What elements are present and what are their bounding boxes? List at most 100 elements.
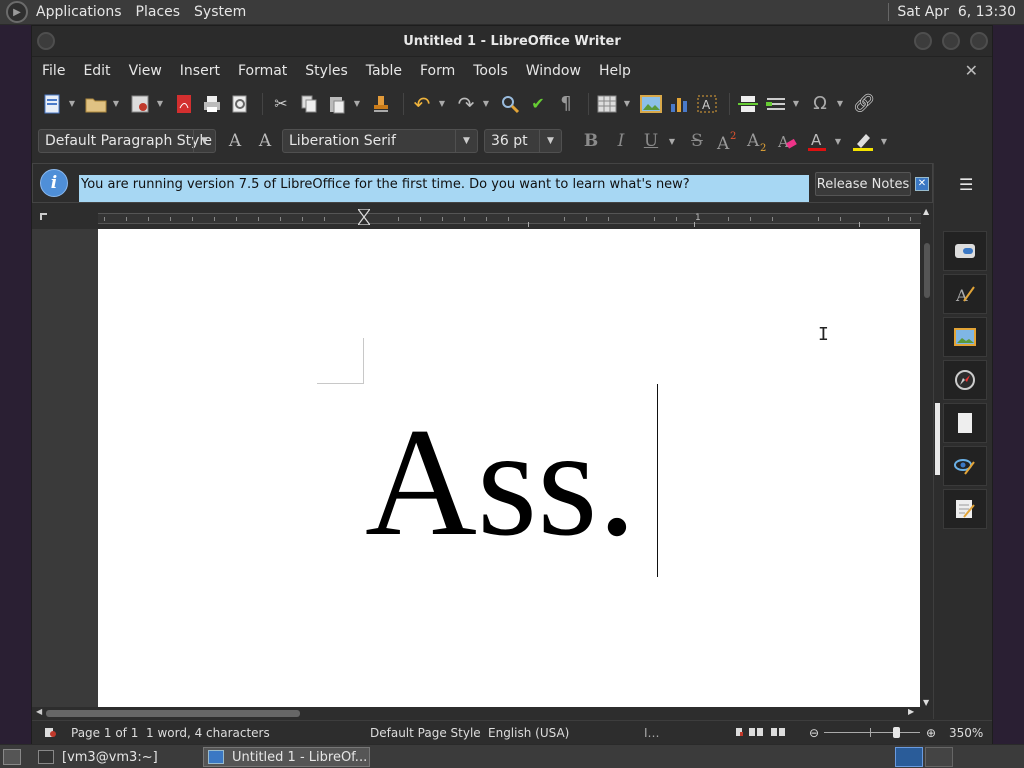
formatting-marks-icon[interactable]: ¶ — [554, 92, 578, 116]
system-menu[interactable]: System — [194, 4, 246, 20]
paragraph-style-combo[interactable]: Default Paragraph Style ▼ — [38, 129, 216, 153]
menu-table[interactable]: Table — [357, 63, 411, 79]
paste-icon[interactable] — [325, 92, 349, 116]
applications-menu[interactable]: Applications — [36, 4, 122, 20]
zoom-slider-track[interactable] — [824, 732, 920, 733]
special-character-dropdown-icon[interactable]: ▼ — [836, 92, 844, 116]
menu-edit[interactable]: Edit — [74, 63, 119, 79]
open-dropdown-icon[interactable]: ▼ — [112, 92, 120, 116]
word-count-status[interactable]: 1 word, 4 characters — [146, 726, 270, 740]
undo-dropdown-icon[interactable]: ▼ — [438, 92, 446, 116]
paste-dropdown-icon[interactable]: ▼ — [353, 92, 361, 116]
vertical-scrollbar[interactable]: ▲ ▼ — [921, 205, 933, 707]
insert-textbox-icon[interactable]: A — [695, 92, 719, 116]
view-layout-icon[interactable] — [735, 726, 787, 741]
page-number-status[interactable]: Page 1 of 1 — [71, 726, 138, 740]
font-name-combo[interactable]: Liberation Serif ▼ — [282, 129, 478, 153]
highlight-dropdown-icon[interactable]: ▼ — [880, 129, 888, 153]
gnome-foot-icon[interactable]: ▶ — [6, 1, 28, 23]
menu-help[interactable]: Help — [590, 63, 640, 79]
menu-view[interactable]: View — [120, 63, 171, 79]
close-infobar-icon[interactable]: ✕ — [915, 177, 929, 191]
undo-icon[interactable]: ↶ — [410, 92, 434, 116]
chevron-down-icon[interactable]: ▼ — [455, 130, 477, 152]
properties-icon[interactable] — [943, 231, 987, 271]
close-window-button[interactable] — [970, 32, 988, 50]
insert-page-break-icon[interactable] — [736, 92, 760, 116]
insert-mode-icon[interactable]: I… — [644, 726, 660, 740]
font-size-combo[interactable]: 36 pt ▼ — [484, 129, 562, 153]
workspace-1[interactable] — [895, 747, 923, 767]
task-terminal[interactable]: [vm3@vm3:~] — [34, 747, 198, 767]
insert-special-character-icon[interactable]: Ω — [808, 92, 832, 116]
zoom-level[interactable]: 350% — [949, 726, 983, 740]
menu-file[interactable]: File — [32, 63, 74, 79]
menu-format[interactable]: Format — [229, 63, 296, 79]
scroll-right-icon[interactable]: ▶ — [908, 707, 914, 716]
minimize-button[interactable] — [914, 32, 932, 50]
new-style-icon[interactable]: A — [252, 128, 278, 154]
clock[interactable]: Sat Apr 6, 13:30 — [897, 4, 1016, 20]
print-icon[interactable] — [200, 92, 224, 116]
chevron-down-icon[interactable]: ▼ — [539, 130, 561, 152]
style-inspector-icon[interactable] — [943, 446, 987, 486]
sidebar-splitter[interactable] — [933, 163, 941, 719]
zoom-in-icon[interactable]: ⊕ — [926, 726, 936, 740]
document-modified-icon[interactable] — [44, 726, 58, 741]
horizontal-scrollbar[interactable]: ◀ ▶ — [32, 707, 920, 719]
new-document-icon[interactable] — [40, 92, 64, 116]
page-icon[interactable] — [943, 403, 987, 443]
redo-dropdown-icon[interactable]: ▼ — [482, 92, 490, 116]
bold-icon[interactable]: B — [578, 128, 604, 154]
save-dropdown-icon[interactable]: ▼ — [156, 92, 164, 116]
redo-icon[interactable]: ↷ — [454, 92, 478, 116]
task-writer[interactable]: Untitled 1 - LibreOf... — [203, 747, 370, 767]
font-color-icon[interactable]: A — [804, 128, 830, 154]
update-style-icon[interactable]: A — [222, 128, 248, 154]
field-dropdown-icon[interactable]: ▼ — [792, 92, 800, 116]
horizontal-ruler[interactable]: 1 — [32, 205, 933, 229]
menu-window[interactable]: Window — [517, 63, 590, 79]
superscript-icon[interactable]: A2 — [714, 128, 740, 154]
chevron-down-icon[interactable]: ▼ — [193, 130, 215, 152]
clone-formatting-icon[interactable] — [369, 92, 393, 116]
scroll-down-icon[interactable]: ▼ — [923, 698, 929, 707]
close-document-icon[interactable]: ✕ — [965, 61, 978, 80]
page-style-status[interactable]: Default Page Style — [370, 726, 481, 740]
release-notes-button[interactable]: Release Notes — [815, 172, 911, 196]
places-menu[interactable]: Places — [136, 4, 181, 20]
italic-icon[interactable]: I — [608, 128, 634, 154]
new-dropdown-icon[interactable]: ▼ — [68, 92, 76, 116]
save-icon[interactable] — [128, 92, 152, 116]
document-page[interactable]: Ass. I — [98, 229, 920, 707]
copy-icon[interactable] — [297, 92, 321, 116]
find-replace-icon[interactable] — [498, 92, 522, 116]
show-desktop-icon[interactable] — [3, 749, 21, 765]
subscript-icon[interactable]: A2 — [744, 128, 770, 154]
insert-table-icon[interactable] — [595, 92, 619, 116]
tab-stop-selector-icon[interactable] — [40, 213, 47, 220]
scroll-up-icon[interactable]: ▲ — [923, 207, 929, 216]
vertical-scroll-thumb[interactable] — [924, 243, 930, 298]
insert-image-icon[interactable] — [639, 92, 663, 116]
insert-hyperlink-icon[interactable]: 🔗︎ — [852, 92, 876, 116]
clear-formatting-icon[interactable]: A — [774, 128, 800, 154]
menu-form[interactable]: Form — [411, 63, 464, 79]
insert-field-icon[interactable] — [764, 92, 788, 116]
navigator-icon[interactable] — [943, 360, 987, 400]
menu-styles[interactable]: Styles — [296, 63, 356, 79]
menu-tools[interactable]: Tools — [464, 63, 517, 79]
menu-insert[interactable]: Insert — [171, 63, 229, 79]
zoom-slider-handle[interactable] — [893, 727, 900, 738]
manage-changes-icon[interactable] — [943, 489, 987, 529]
window-menu-button[interactable] — [37, 32, 55, 50]
styles-icon[interactable]: A — [943, 274, 987, 314]
print-preview-icon[interactable] — [228, 92, 252, 116]
insert-chart-icon[interactable] — [667, 92, 691, 116]
font-color-dropdown-icon[interactable]: ▼ — [834, 129, 842, 153]
cut-icon[interactable]: ✂ — [269, 92, 293, 116]
highlight-color-icon[interactable] — [850, 128, 876, 154]
document-text[interactable]: Ass. — [365, 397, 636, 567]
table-dropdown-icon[interactable]: ▼ — [623, 92, 631, 116]
underline-icon[interactable]: U — [638, 128, 664, 154]
